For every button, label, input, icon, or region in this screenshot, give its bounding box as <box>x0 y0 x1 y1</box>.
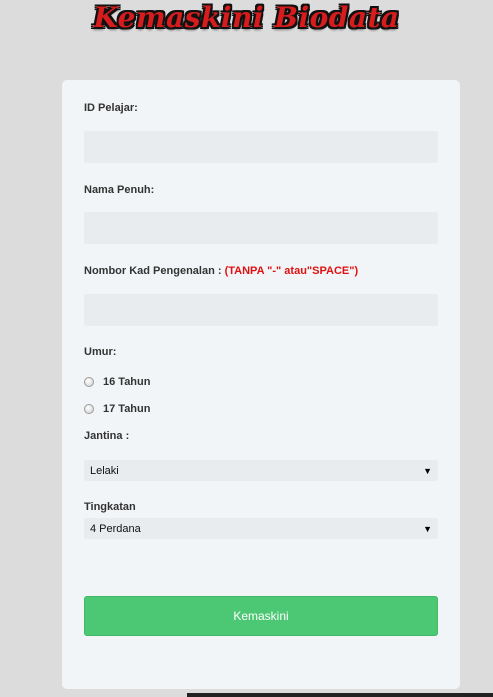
ic-label: Nombor Kad Pengenalan : <box>84 265 222 277</box>
level-selected-value: 4 Perdana <box>90 522 141 535</box>
age-option-17[interactable]: 17 Tahun <box>84 402 150 416</box>
gender-select[interactable]: Lelaki ▼ <box>84 460 438 481</box>
radio-17-icon[interactable] <box>84 404 94 414</box>
age-option-16[interactable]: 16 Tahun <box>84 375 150 389</box>
age-option-17-label: 17 Tahun <box>103 403 151 415</box>
ic-label-row: Nombor Kad Pengenalan : (TANPA "-" atau"… <box>84 265 358 277</box>
name-label: Nama Penuh: <box>84 184 155 196</box>
ic-note: (TANPA "-" atau"SPACE") <box>224 265 359 277</box>
biodata-form: ID Pelajar: Nama Penuh: Nombor Kad Penge… <box>62 80 460 689</box>
id-label: ID Pelajar: <box>84 102 138 114</box>
taskbar-strip <box>187 693 493 697</box>
gender-label: Jantina : <box>84 430 130 442</box>
chevron-down-icon: ▼ <box>423 465 432 476</box>
ic-input[interactable] <box>84 294 438 326</box>
radio-16-icon[interactable] <box>84 377 94 387</box>
age-label: Umur: <box>84 346 117 358</box>
submit-button[interactable]: Kemaskini <box>84 596 438 636</box>
name-input[interactable] <box>84 212 438 244</box>
gender-selected-value: Lelaki <box>90 464 119 477</box>
age-option-16-label: 16 Tahun <box>103 376 151 388</box>
chevron-down-icon: ▼ <box>423 523 432 534</box>
level-select[interactable]: 4 Perdana ▼ <box>84 518 438 539</box>
level-label: Tingkatan <box>84 501 136 513</box>
page-title: Kemaskini Biodata <box>93 1 400 34</box>
id-input[interactable] <box>84 131 438 163</box>
